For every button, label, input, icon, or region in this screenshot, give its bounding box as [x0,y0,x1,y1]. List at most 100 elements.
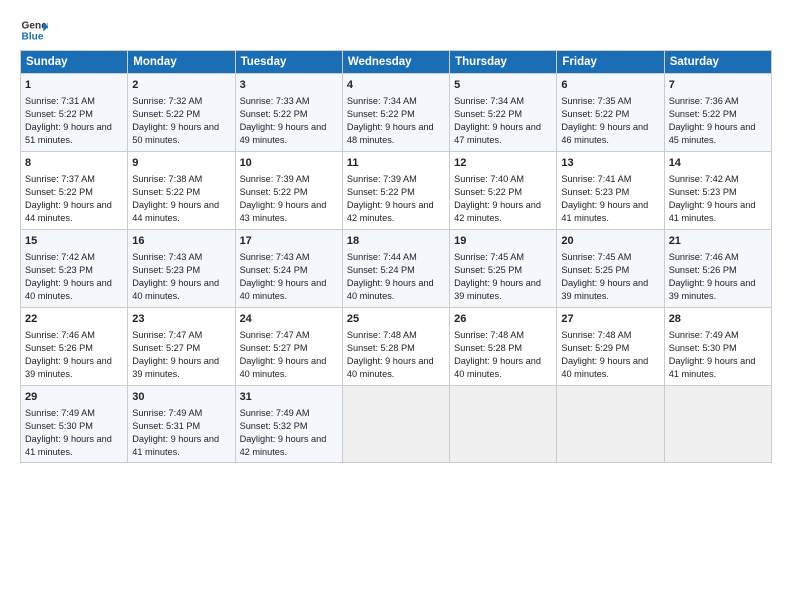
sunset: Sunset: 5:22 PM [669,109,737,119]
sunset: Sunset: 5:28 PM [454,343,522,353]
day-number: 14 [669,156,767,171]
day-number: 23 [132,312,230,327]
day-number: 6 [561,78,659,93]
sunset: Sunset: 5:24 PM [240,265,308,275]
sunrise: Sunrise: 7:31 AM [25,96,95,106]
calendar-cell: 11Sunrise: 7:39 AMSunset: 5:22 PMDayligh… [342,151,449,229]
sunset: Sunset: 5:22 PM [25,187,93,197]
calendar-cell: 14Sunrise: 7:42 AMSunset: 5:23 PMDayligh… [664,151,771,229]
calendar-cell: 18Sunrise: 7:44 AMSunset: 5:24 PMDayligh… [342,229,449,307]
day-number: 26 [454,312,552,327]
calendar-cell: 19 Sunrise: 7:45 AM Sunset: 5:25 PM Dayligh… [450,229,557,307]
calendar-table: SundayMondayTuesdayWednesdayThursdayFrid… [20,50,772,463]
sunrise: Sunrise: 7:45 AM [454,252,524,262]
calendar-cell: 4Sunrise: 7:34 AMSunset: 5:22 PMDaylight… [342,74,449,152]
calendar-cell: 1Sunrise: 7:31 AMSunset: 5:22 PMDaylight… [21,74,128,152]
calendar-cell: 10Sunrise: 7:39 AMSunset: 5:22 PMDayligh… [235,151,342,229]
sunrise: Sunrise: 7:43 AM [240,252,310,262]
sunrise: Sunrise: 7:49 AM [132,408,202,418]
calendar-cell [664,385,771,463]
calendar-cell: 13Sunrise: 7:41 AMSunset: 5:23 PMDayligh… [557,151,664,229]
calendar-cell: 21Sunrise: 7:46 AMSunset: 5:26 PMDayligh… [664,229,771,307]
calendar-cell: 2Sunrise: 7:32 AMSunset: 5:22 PMDaylight… [128,74,235,152]
day-number: 22 [25,312,123,327]
sunrise: Sunrise: 7:48 AM [454,330,524,340]
sunrise: Sunrise: 7:39 AM [347,174,417,184]
daylight: Daylight: 9 hours and 40 minutes. [454,356,541,379]
daylight: Daylight: 9 hours and 49 minutes. [240,122,327,145]
calendar-week-5: 29Sunrise: 7:49 AMSunset: 5:30 PMDayligh… [21,385,772,463]
sunrise: Sunrise: 7:33 AM [240,96,310,106]
daylight: Daylight: 9 hours and 41 minutes. [561,200,648,223]
calendar-cell [342,385,449,463]
day-number: 17 [240,234,338,249]
daylight: Daylight: 9 hours and 51 minutes. [25,122,112,145]
sunrise: Sunrise: 7:38 AM [132,174,202,184]
daylight: Daylight: 9 hours and 47 minutes. [454,122,541,145]
calendar-cell: 29Sunrise: 7:49 AMSunset: 5:30 PMDayligh… [21,385,128,463]
logo: General Blue [20,16,48,44]
logo-icon: General Blue [20,16,48,44]
sunset: Sunset: 5:32 PM [240,421,308,431]
day-number: 3 [240,78,338,93]
daylight: Daylight: 9 hours and 46 minutes. [561,122,648,145]
daylight: Daylight: 9 hours and 44 minutes. [132,200,219,223]
day-number: 2 [132,78,230,93]
day-number: 20 [561,234,659,249]
daylight: Daylight: 9 hours and 41 minutes. [669,356,756,379]
svg-text:Blue: Blue [22,31,44,42]
calendar-cell: 28Sunrise: 7:49 AMSunset: 5:30 PMDayligh… [664,307,771,385]
sunset: Sunset: 5:22 PM [454,109,522,119]
daylight: Daylight: 9 hours and 41 minutes. [25,434,112,457]
sunset: Sunset: 5:29 PM [561,343,629,353]
sunset: Sunset: 5:22 PM [347,187,415,197]
daylight: Daylight: 9 hours and 45 minutes. [669,122,756,145]
calendar-cell: 7Sunrise: 7:36 AMSunset: 5:22 PMDaylight… [664,74,771,152]
day-number: 19 [454,234,552,249]
calendar-cell: 31Sunrise: 7:49 AMSunset: 5:32 PMDayligh… [235,385,342,463]
sunset: Sunset: 5:22 PM [132,187,200,197]
daylight: Daylight: 9 hours and 39 minutes. [454,278,541,301]
calendar-cell: 25Sunrise: 7:48 AMSunset: 5:28 PMDayligh… [342,307,449,385]
sunrise: Sunrise: 7:39 AM [240,174,310,184]
day-number: 18 [347,234,445,249]
calendar-cell: 9Sunrise: 7:38 AMSunset: 5:22 PMDaylight… [128,151,235,229]
sunset: Sunset: 5:22 PM [347,109,415,119]
day-header-monday: Monday [128,51,235,74]
calendar-week-4: 22Sunrise: 7:46 AMSunset: 5:26 PMDayligh… [21,307,772,385]
day-number: 27 [561,312,659,327]
day-number: 4 [347,78,445,93]
sunset: Sunset: 5:26 PM [25,343,93,353]
sunrise: Sunrise: 7:46 AM [669,252,739,262]
calendar-cell: 15Sunrise: 7:42 AMSunset: 5:23 PMDayligh… [21,229,128,307]
sunset: Sunset: 5:22 PM [240,109,308,119]
calendar-week-3: 15Sunrise: 7:42 AMSunset: 5:23 PMDayligh… [21,229,772,307]
sunrise: Sunrise: 7:42 AM [669,174,739,184]
day-header-thursday: Thursday [450,51,557,74]
sunset: Sunset: 5:23 PM [25,265,93,275]
calendar-week-1: 1 Sunrise: 7:31 AM Sunset: 5:22 PM Daylight… [21,74,772,152]
sunrise: Sunrise: 7:49 AM [25,408,95,418]
calendar-cell: 17Sunrise: 7:43 AMSunset: 5:24 PMDayligh… [235,229,342,307]
sunrise: Sunrise: 7:43 AM [132,252,202,262]
daylight: Daylight: 9 hours and 44 minutes. [25,200,112,223]
sunset: Sunset: 5:22 PM [132,109,200,119]
calendar-cell: 8Sunrise: 7:37 AMSunset: 5:22 PMDaylight… [21,151,128,229]
daylight: Daylight: 9 hours and 40 minutes. [132,278,219,301]
sunset: Sunset: 5:28 PM [347,343,415,353]
daylight: Daylight: 9 hours and 42 minutes. [347,200,434,223]
day-number: 5 [454,78,552,93]
sunrise: Sunrise: 7:36 AM [669,96,739,106]
sunset: Sunset: 5:23 PM [132,265,200,275]
sunset: Sunset: 5:25 PM [454,265,522,275]
calendar-cell: 30Sunrise: 7:49 AMSunset: 5:31 PMDayligh… [128,385,235,463]
day-number: 1 [25,78,123,93]
calendar-cell: 6Sunrise: 7:35 AMSunset: 5:22 PMDaylight… [557,74,664,152]
daylight: Daylight: 9 hours and 41 minutes. [132,434,219,457]
daylight: Daylight: 9 hours and 42 minutes. [454,200,541,223]
calendar-cell [450,385,557,463]
calendar-cell [557,385,664,463]
day-number: 8 [25,156,123,171]
day-header-sunday: Sunday [21,51,128,74]
day-number: 21 [669,234,767,249]
